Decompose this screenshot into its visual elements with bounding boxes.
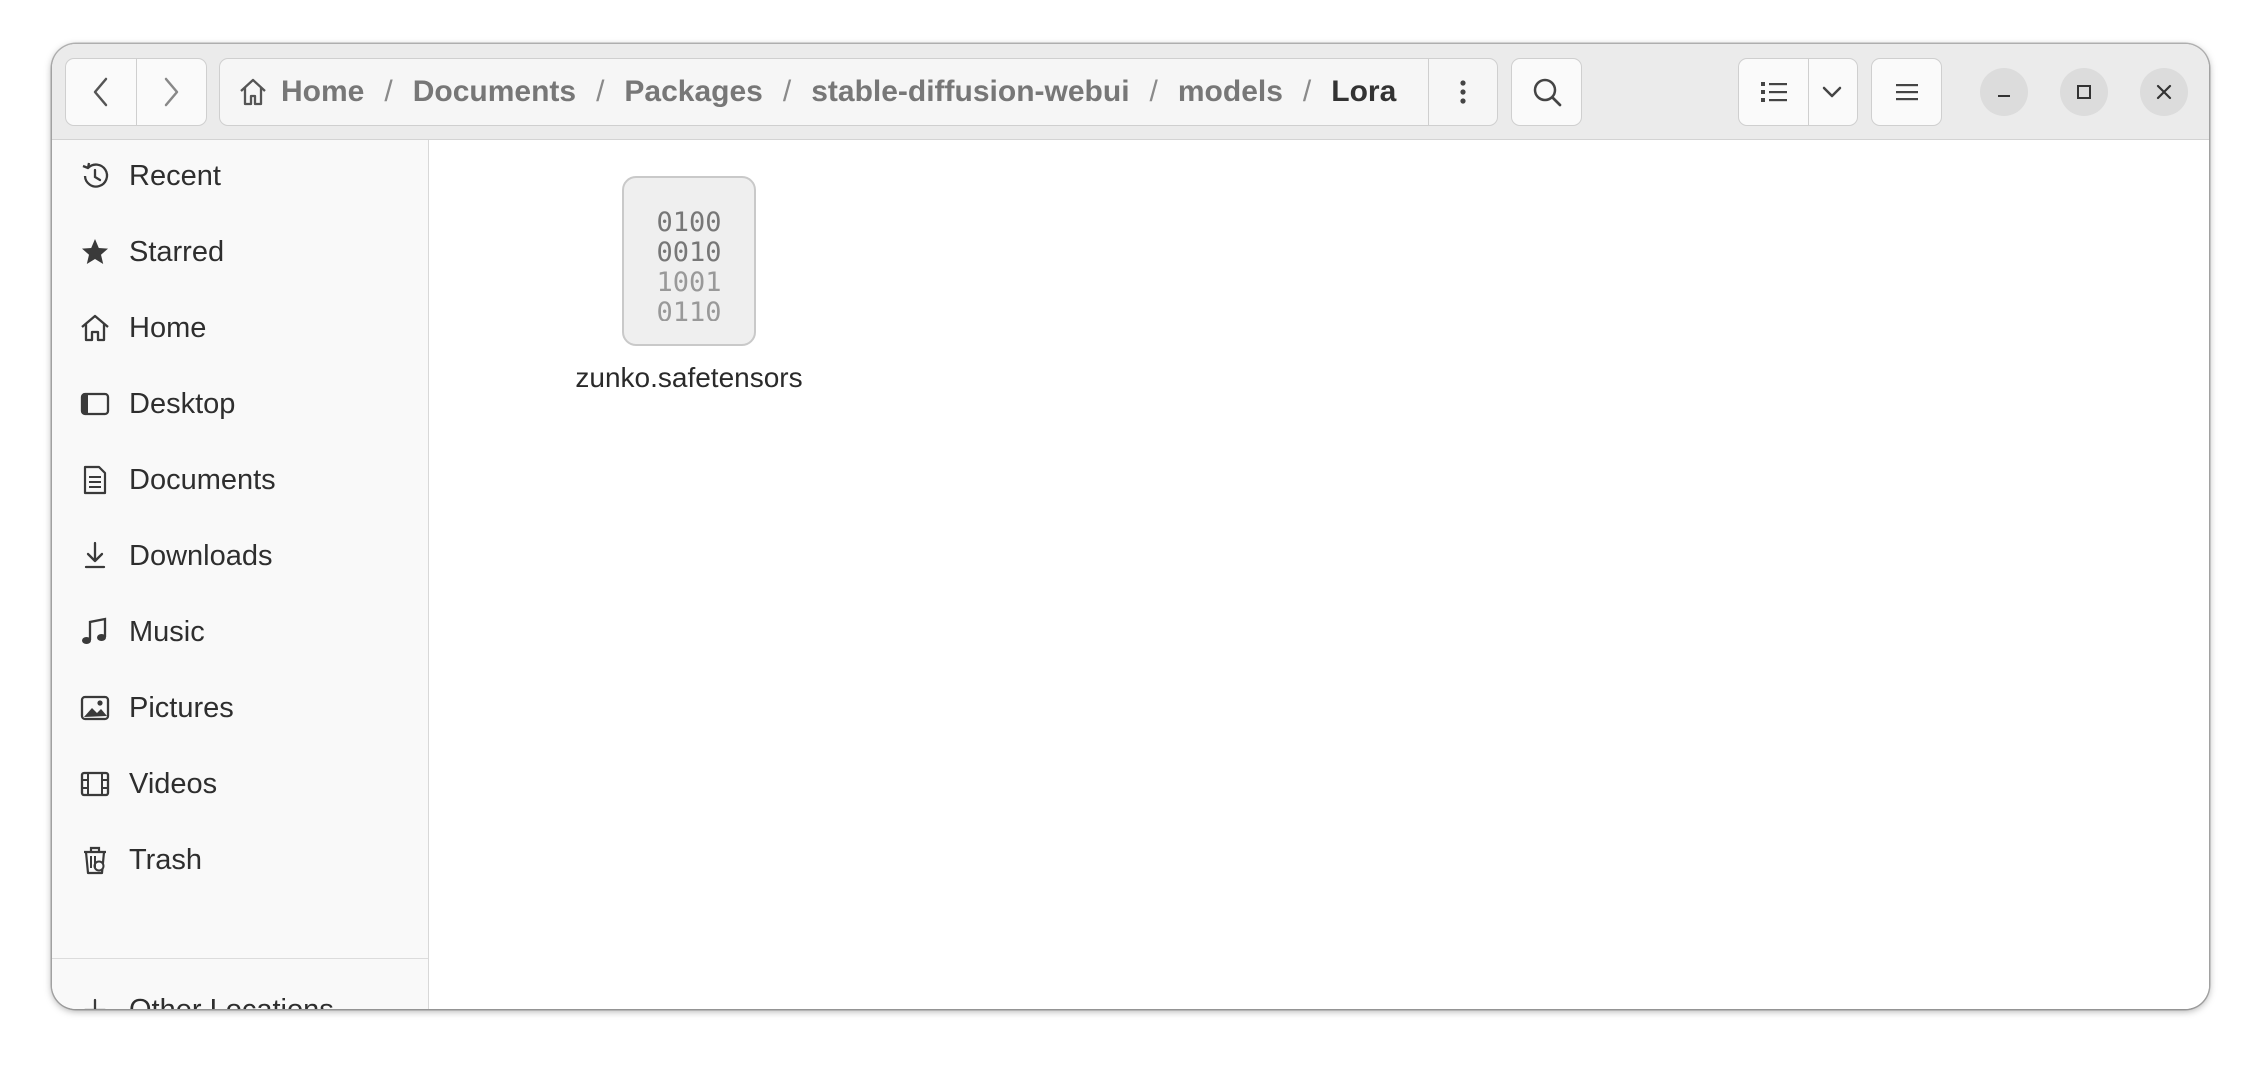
sidebar-divider bbox=[52, 958, 428, 959]
navigation-buttons bbox=[65, 58, 207, 126]
sidebar-item-label: Music bbox=[129, 615, 205, 648]
desktop-icon bbox=[79, 388, 111, 420]
home-icon bbox=[237, 76, 269, 108]
downloads-icon bbox=[79, 540, 111, 572]
search-icon bbox=[1533, 78, 1561, 107]
minimize-button[interactable] bbox=[1980, 68, 2028, 116]
sidebar-item-desktop[interactable]: Desktop bbox=[52, 368, 428, 440]
list-view-icon bbox=[1760, 82, 1787, 102]
sidebar-item-label: Downloads bbox=[129, 539, 273, 572]
sidebar-item-label: Documents bbox=[129, 463, 276, 496]
sidebar-item-pictures[interactable]: Pictures bbox=[52, 672, 428, 744]
sidebar-item-label: Other Locations bbox=[129, 994, 334, 1010]
breadcrumb-home[interactable]: Home bbox=[281, 75, 364, 109]
binary-file-icon: 0100 0010 1001 0110 bbox=[622, 176, 756, 346]
pictures-icon bbox=[79, 692, 111, 724]
chevron-down-icon bbox=[1822, 86, 1842, 98]
trash-icon bbox=[79, 844, 111, 876]
sidebar-item-label: Pictures bbox=[129, 691, 234, 724]
view-dropdown-button[interactable] bbox=[1807, 59, 1857, 125]
file-name: zunko.safetensors bbox=[575, 362, 803, 393]
breadcrumb-separator: / bbox=[782, 75, 792, 108]
chevron-left-icon bbox=[93, 77, 108, 107]
sidebar-item-downloads[interactable]: Downloads bbox=[52, 520, 428, 592]
sidebar-item-label: Trash bbox=[129, 843, 203, 876]
maximize-icon bbox=[2077, 85, 2091, 99]
breadcrumb-separator: / bbox=[1149, 75, 1158, 108]
sidebar-item-label: Desktop bbox=[129, 387, 236, 420]
sidebar-item-label: Starred bbox=[129, 235, 225, 268]
sidebar-item-trash[interactable]: Trash bbox=[52, 824, 428, 896]
close-button[interactable] bbox=[2140, 68, 2188, 116]
breadcrumb-models[interactable]: models bbox=[1178, 75, 1283, 109]
file-item[interactable]: 0100 0010 1001 0110 zunko.safetensors bbox=[569, 176, 809, 394]
plus-icon bbox=[79, 994, 111, 1009]
sidebar-item-starred[interactable]: Starred bbox=[52, 216, 428, 288]
view-options-group bbox=[1738, 58, 1858, 126]
binary-row: 0110 bbox=[656, 297, 721, 321]
sidebar-item-other-locations[interactable]: Other Locations bbox=[52, 974, 428, 1009]
binary-row: 1001 bbox=[656, 267, 721, 298]
recent-icon bbox=[79, 160, 111, 192]
sidebar-item-videos[interactable]: Videos bbox=[52, 748, 428, 820]
breadcrumb-packages[interactable]: Packages bbox=[624, 75, 762, 109]
hamburger-menu-icon bbox=[1895, 84, 1918, 101]
sidebar-item-label: Recent bbox=[129, 159, 221, 192]
binary-row: 0010 bbox=[656, 237, 721, 268]
main-menu-button[interactable] bbox=[1871, 58, 1942, 126]
binary-row: 0100 bbox=[656, 207, 721, 238]
maximize-button[interactable] bbox=[2060, 68, 2108, 116]
sidebar-item-label: Home bbox=[129, 311, 207, 344]
back-button[interactable] bbox=[66, 59, 137, 125]
sidebar-item-music[interactable]: Music bbox=[52, 596, 428, 668]
search-button[interactable] bbox=[1511, 58, 1582, 126]
breadcrumb-lora[interactable]: Lora bbox=[1331, 75, 1396, 109]
breadcrumb-stable-diffusion-webui[interactable]: stable-diffusion-webui bbox=[811, 75, 1129, 109]
breadcrumb-separator: / bbox=[384, 75, 393, 108]
path-bar: Home / Documents / Packages / stable-dif… bbox=[219, 58, 1498, 126]
minimize-icon bbox=[1998, 95, 2010, 97]
close-icon bbox=[2156, 84, 2172, 100]
sidebar: Recent Starred Home Desktop Documents Do… bbox=[52, 140, 429, 1009]
documents-icon bbox=[79, 464, 111, 496]
file-view: 0100 0010 1001 0110 zunko.safetensors bbox=[429, 140, 2209, 1009]
home-icon bbox=[79, 312, 111, 344]
star-icon bbox=[79, 236, 111, 268]
sidebar-item-label: Videos bbox=[129, 767, 218, 800]
sidebar-item-recent[interactable]: Recent bbox=[52, 140, 428, 212]
more-vertical-icon bbox=[1460, 80, 1466, 104]
breadcrumb-separator: / bbox=[596, 75, 605, 108]
sidebar-item-home[interactable]: Home bbox=[52, 292, 428, 364]
chevron-right-icon bbox=[164, 77, 179, 107]
sidebar-item-documents[interactable]: Documents bbox=[52, 444, 428, 516]
music-icon bbox=[79, 616, 111, 648]
breadcrumb-separator: / bbox=[1302, 75, 1312, 108]
videos-icon bbox=[79, 768, 111, 800]
path-menu-button[interactable] bbox=[1428, 59, 1497, 125]
list-view-button[interactable] bbox=[1739, 59, 1809, 125]
header-bar: Home / Documents / Packages / stable-dif… bbox=[52, 44, 2209, 140]
file-manager-window: Home / Documents / Packages / stable-dif… bbox=[52, 44, 2209, 1009]
forward-button[interactable] bbox=[136, 59, 206, 125]
breadcrumb-documents[interactable]: Documents bbox=[413, 75, 576, 109]
